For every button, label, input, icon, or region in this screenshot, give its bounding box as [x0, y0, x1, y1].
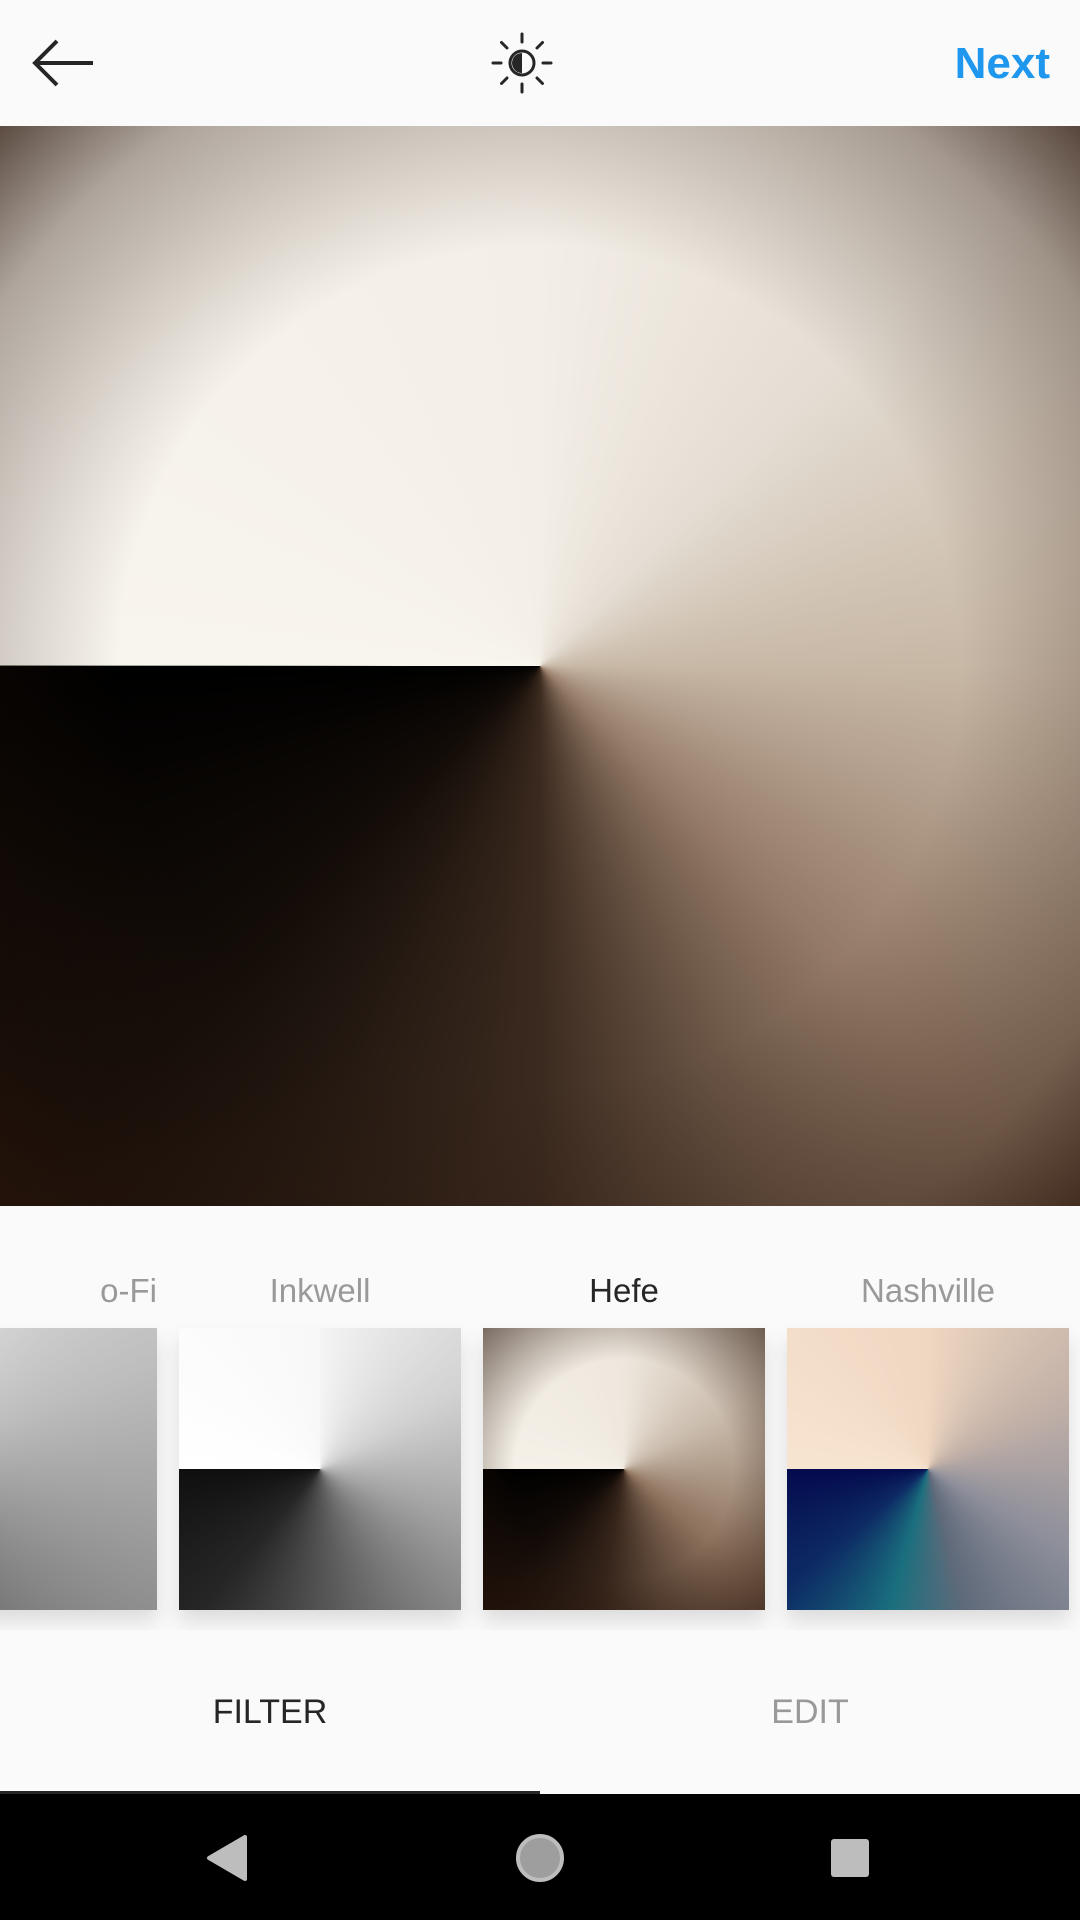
tab-filter[interactable]: FILTER — [0, 1630, 540, 1794]
mode-tabs: FILTER EDIT — [0, 1630, 1080, 1794]
filter-item-lofi[interactable]: o-Fi — [0, 1206, 157, 1630]
next-button[interactable]: Next — [955, 34, 1050, 94]
system-nav-bar — [0, 1794, 1080, 1920]
filter-item-nashville[interactable]: Nashville — [787, 1206, 1069, 1630]
filter-label: o-Fi — [100, 1272, 157, 1309]
filter-thumbnail[interactable] — [787, 1328, 1069, 1610]
arrow-left-icon — [32, 39, 93, 87]
filter-label: Hefe — [589, 1272, 659, 1309]
filter-label: Inkwell — [269, 1272, 371, 1309]
filter-item-inkwell[interactable]: Inkwell — [179, 1206, 461, 1630]
filter-thumbnail[interactable] — [179, 1328, 461, 1610]
brightness-button[interactable] — [487, 30, 557, 96]
system-recents-button[interactable] — [818, 1826, 882, 1890]
filter-label: Nashville — [861, 1272, 995, 1309]
triangle-back-icon — [207, 1835, 247, 1881]
system-home-button[interactable] — [508, 1826, 572, 1890]
circle-home-icon — [516, 1834, 564, 1882]
top-bar: Next — [0, 0, 1080, 126]
filter-thumbnail[interactable] — [483, 1328, 765, 1610]
filter-item-hefe[interactable]: Hefe — [483, 1206, 765, 1630]
photo-preview — [0, 126, 1080, 1206]
back-button[interactable] — [24, 28, 104, 98]
filter-thumbnail[interactable] — [0, 1328, 157, 1610]
sun-contrast-icon — [491, 32, 553, 94]
square-recents-icon — [831, 1839, 869, 1877]
tab-edit[interactable]: EDIT — [540, 1630, 1080, 1794]
filter-strip[interactable]: o-Fi Inkwell Hefe Nashville — [0, 1206, 1080, 1630]
system-back-button[interactable] — [194, 1826, 258, 1890]
